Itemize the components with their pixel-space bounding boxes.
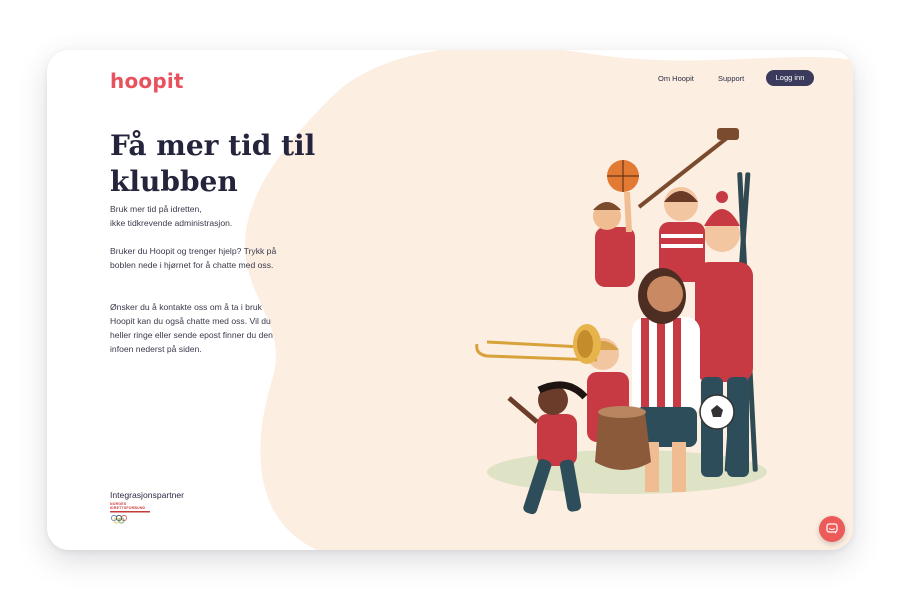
nav-link-about[interactable]: Om Hoopit xyxy=(658,74,694,83)
intro-line-2: ikke tidkrevende administrasjon. xyxy=(110,218,233,228)
partner-label: Integrasjonspartner xyxy=(110,490,185,500)
login-button[interactable]: Logg inn xyxy=(766,70,814,86)
contact-paragraph: Ønsker du å kontakte oss om å ta i bruk … xyxy=(110,302,273,354)
help-paragraph: Bruker du Hoopit og trenger hjelp? Trykk… xyxy=(110,246,277,270)
nif-logo-text-2: IDRETTSFORBUND xyxy=(110,506,146,510)
hero-title-line-2: klubben xyxy=(110,165,238,198)
athletes-illustration xyxy=(475,128,767,515)
hero-title: Få mer tid til klubben xyxy=(110,128,350,200)
chat-button[interactable] xyxy=(819,516,845,542)
hero-title-line-1: Få mer tid til xyxy=(110,129,316,162)
chat-bubble-icon xyxy=(826,523,838,534)
intro-paragraph: Bruk mer tid på idretten, ikke tidkreven… xyxy=(110,202,278,230)
nif-logo: NORGES IDRETTSFORBUND xyxy=(110,502,154,529)
hoopit-logo[interactable]: hoopit xyxy=(110,69,184,93)
header: hoopit Om Hoopit Support Logg inn xyxy=(47,50,853,110)
nif-logo-text: NORGES IDRETTSFORBUND xyxy=(110,502,154,510)
browser-frame: hoopit Om Hoopit Support Logg inn Få mer… xyxy=(47,50,853,550)
nav-link-support[interactable]: Support xyxy=(718,74,744,83)
intro-line-1: Bruk mer tid på idretten, xyxy=(110,204,202,214)
